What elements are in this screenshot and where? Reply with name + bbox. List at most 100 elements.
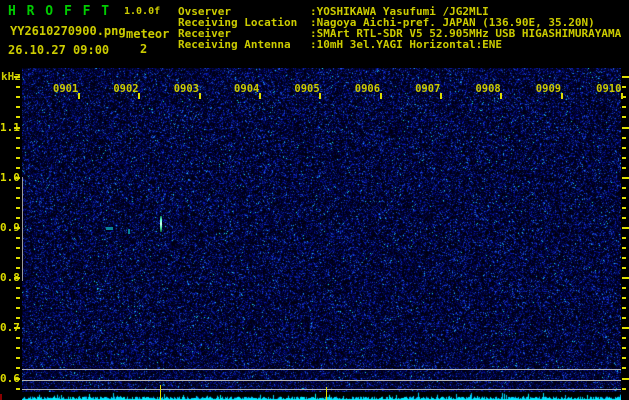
freq-minor-tick-right	[622, 297, 626, 300]
freq-tick-label: 0.8	[0, 271, 20, 285]
time-tick-label: 0903	[173, 83, 199, 95]
freq-minor-tick	[16, 196, 20, 199]
freq-minor-tick-right	[622, 387, 626, 390]
freq-minor-tick-right	[622, 236, 626, 239]
time-tick	[379, 93, 382, 99]
freq-minor-tick-right	[622, 156, 626, 159]
faint-echo-blob	[106, 227, 113, 230]
freq-minor-tick-right	[622, 136, 626, 139]
time-tick	[319, 93, 322, 99]
time-tick-label: 0901	[53, 83, 79, 95]
freq-minor-tick	[16, 106, 20, 109]
freq-minor-tick-right	[622, 106, 626, 109]
time-tick	[259, 93, 262, 99]
time-tick-label: 0906	[354, 83, 381, 95]
signal-spike-marker	[326, 387, 327, 400]
station-info: Ovserver:YOSHIKAWA Yasufumi /JG2MLI Recei…	[178, 6, 628, 62]
freq-minor-tick-right	[622, 86, 626, 89]
time-tick-label: 0902	[113, 83, 139, 95]
freq-minor-tick-right	[622, 206, 626, 209]
output-filename: YY2610270900.png	[10, 24, 126, 38]
app-version: 1.0.0f	[124, 6, 161, 17]
faint-echo-blob	[128, 229, 130, 234]
time-tick	[440, 93, 443, 99]
signal-level-strip	[22, 392, 621, 400]
freq-minor-tick	[16, 136, 20, 139]
freq-minor-tick	[16, 156, 20, 159]
freq-tick-label: 0.6	[0, 371, 20, 385]
station-info-value: :10mH 3el.YAGI Horizontal:ENE	[310, 38, 503, 51]
freq-major-tick-right	[622, 277, 629, 280]
freq-minor-tick-right	[622, 337, 626, 340]
freq-minor-tick	[16, 186, 20, 189]
hrofft-output-image: H R O F F T 1.0.0f YY2610270900.png mete…	[0, 0, 629, 400]
freq-minor-tick	[16, 317, 20, 320]
freq-minor-tick	[16, 297, 20, 300]
freq-minor-tick-right	[622, 267, 626, 270]
freq-minor-tick-right	[622, 357, 626, 360]
freq-major-tick-right	[622, 226, 629, 229]
freq-minor-tick-right	[622, 367, 626, 370]
station-info-label: Receiving Antenna	[178, 38, 291, 51]
freq-minor-tick	[16, 86, 20, 89]
time-tick	[78, 93, 80, 99]
freq-minor-tick-right	[622, 216, 626, 219]
mode-label: meteor	[126, 27, 170, 41]
freq-tick-label: 1.0	[0, 170, 20, 184]
freq-minor-tick	[16, 347, 20, 350]
freq-minor-tick	[16, 287, 20, 290]
freq-minor-tick	[16, 387, 20, 390]
freq-major-tick-right	[622, 377, 629, 380]
freq-minor-tick	[16, 357, 20, 360]
time-tick-label: 0909	[535, 83, 562, 95]
freq-minor-tick	[16, 307, 20, 310]
meteor-echo-streak	[160, 216, 162, 232]
signal-spike-marker	[160, 385, 161, 400]
freq-major-tick-right	[622, 76, 629, 79]
freq-minor-tick	[16, 166, 20, 169]
app-title: H R O F F T	[8, 4, 111, 19]
reference-line	[22, 369, 621, 370]
freq-minor-tick-right	[622, 317, 626, 320]
freq-minor-tick	[16, 267, 20, 270]
reference-line	[22, 380, 621, 381]
freq-major-tick-right	[622, 126, 629, 129]
time-tick-label: 0904	[234, 83, 260, 95]
freq-minor-tick	[16, 246, 20, 249]
freq-minor-tick-right	[622, 347, 626, 350]
freq-minor-tick	[16, 206, 20, 209]
carrier-marker-line	[22, 177, 23, 281]
corner-count-mark	[0, 394, 2, 400]
time-tick-label: 0905	[294, 83, 320, 95]
freq-minor-tick	[16, 216, 20, 219]
signal-strip-canvas	[22, 392, 621, 400]
freq-minor-tick	[16, 337, 20, 340]
freq-minor-tick	[16, 257, 20, 260]
freq-minor-tick-right	[622, 186, 626, 189]
freq-minor-tick-right	[622, 166, 626, 169]
station-info-line: Receiving Antenna :10mH 3el.YAGI Horizont…	[178, 39, 502, 50]
freq-tick-label: 0.7	[0, 321, 20, 335]
freq-major-tick-right	[622, 176, 629, 179]
datetime-label: 26.10.27 09:00	[8, 43, 110, 57]
freq-minor-tick	[16, 96, 20, 99]
spectrogram-noise-canvas	[22, 68, 621, 393]
freq-minor-tick	[16, 236, 20, 239]
time-tick	[560, 93, 563, 99]
time-tick	[621, 93, 624, 99]
time-tick-label: 0910	[596, 83, 622, 95]
freq-tick-label: 1.1	[0, 120, 20, 134]
spectrogram-plot	[22, 68, 621, 393]
time-tick	[198, 93, 201, 99]
freq-minor-tick-right	[622, 287, 626, 290]
time-tick-label: 0908	[475, 83, 501, 95]
freq-minor-tick	[16, 116, 20, 119]
freq-tick-label: 0.9	[0, 220, 20, 234]
freq-minor-tick-right	[622, 307, 626, 310]
reference-line	[22, 389, 621, 390]
freq-minor-tick-right	[622, 196, 626, 199]
time-tick	[138, 93, 141, 99]
freq-minor-tick	[16, 146, 20, 149]
meteor-count: 2	[140, 42, 148, 56]
time-tick-label: 0907	[415, 83, 441, 95]
